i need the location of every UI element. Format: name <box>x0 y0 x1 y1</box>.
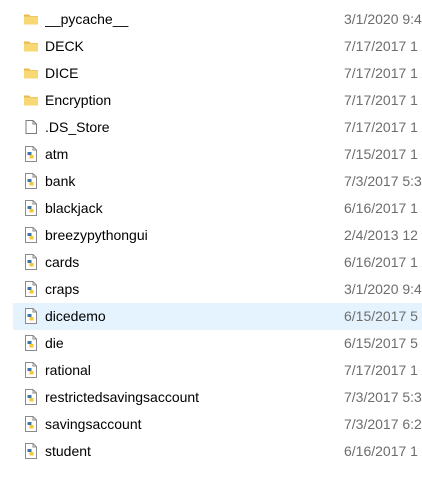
folder-icon <box>23 65 39 81</box>
file-date-modified: 7/17/2017 1 <box>344 362 418 378</box>
python-file-icon <box>23 227 39 243</box>
python-file-icon <box>23 362 39 378</box>
file-name: dicedemo <box>45 308 106 324</box>
python-file-icon <box>23 281 39 297</box>
folder-icon <box>23 92 39 108</box>
file-name: rational <box>45 362 91 378</box>
file-name: Encryption <box>45 92 112 108</box>
file-row[interactable]: craps 3/1/2020 9:4 <box>13 276 422 303</box>
file-date-modified: 3/1/2020 9:4 <box>344 281 422 297</box>
file-date-modified: 7/17/2017 1 <box>344 38 418 54</box>
file-row[interactable]: atm 7/15/2017 1 <box>13 141 422 168</box>
file-row[interactable]: Encryption 7/17/2017 1 <box>13 87 422 114</box>
folder-icon <box>23 38 39 54</box>
file-date-modified: 7/17/2017 1 <box>344 119 418 135</box>
file-name: DICE <box>45 65 79 81</box>
file-row[interactable]: die 6/15/2017 5 <box>13 330 422 357</box>
file-date-modified: 6/16/2017 1 <box>344 200 418 216</box>
file-row[interactable]: restrictedsavingsaccount 7/3/2017 5:3 <box>13 384 422 411</box>
file-date-modified: 7/3/2017 5:3 <box>344 389 422 405</box>
python-file-icon <box>23 200 39 216</box>
file-date-modified: 7/17/2017 1 <box>344 65 418 81</box>
file-list: __pycache__ 3/1/2020 9:4 DECK 7/17/2017 1 DI… <box>13 6 422 465</box>
file-date-modified: 6/16/2017 1 <box>344 254 418 270</box>
file-row[interactable]: blackjack 6/16/2017 1 <box>13 195 422 222</box>
python-file-icon <box>23 308 39 324</box>
file-row[interactable]: rational 7/17/2017 1 <box>13 357 422 384</box>
python-file-icon <box>23 416 39 432</box>
file-name: cards <box>45 254 80 270</box>
file-name: atm <box>45 146 69 162</box>
file-date-modified: 7/15/2017 1 <box>344 146 418 162</box>
file-row[interactable]: DICE 7/17/2017 1 <box>13 60 422 87</box>
file-row[interactable]: bank 7/3/2017 5:3 <box>13 168 422 195</box>
python-file-icon <box>23 335 39 351</box>
python-file-icon <box>23 443 39 459</box>
file-row[interactable]: __pycache__ 3/1/2020 9:4 <box>13 6 422 33</box>
file-name: savingsaccount <box>45 416 142 432</box>
file-date-modified: 6/15/2017 5 <box>344 308 418 324</box>
file-name: die <box>45 335 64 351</box>
python-file-icon <box>23 254 39 270</box>
file-row[interactable]: DECK 7/17/2017 1 <box>13 33 422 60</box>
file-name: student <box>45 443 91 459</box>
file-row[interactable]: dicedemo 6/15/2017 5 <box>13 303 422 330</box>
blank-file-icon <box>23 119 39 135</box>
file-name: craps <box>45 281 80 297</box>
file-date-modified: 7/3/2017 5:3 <box>344 173 422 189</box>
file-name: blackjack <box>45 200 103 216</box>
file-date-modified: 3/1/2020 9:4 <box>344 11 422 27</box>
file-date-modified: 2/4/2013 12 <box>344 227 418 243</box>
file-name: DECK <box>45 38 84 54</box>
file-name: .DS_Store <box>45 119 110 135</box>
file-name: bank <box>45 173 76 189</box>
file-date-modified: 6/15/2017 5 <box>344 335 418 351</box>
file-name: __pycache__ <box>45 11 129 27</box>
file-row[interactable]: cards 6/16/2017 1 <box>13 249 422 276</box>
file-date-modified: 6/16/2017 1 <box>344 443 418 459</box>
file-row[interactable]: student 6/16/2017 1 <box>13 438 422 465</box>
file-name: breezypythongui <box>45 227 148 243</box>
python-file-icon <box>23 173 39 189</box>
python-file-icon <box>23 146 39 162</box>
file-date-modified: 7/3/2017 6:2 <box>344 416 422 432</box>
folder-icon <box>23 11 39 27</box>
file-row[interactable]: savingsaccount 7/3/2017 6:2 <box>13 411 422 438</box>
python-file-icon <box>23 389 39 405</box>
file-row[interactable]: breezypythongui 2/4/2013 12 <box>13 222 422 249</box>
file-date-modified: 7/17/2017 1 <box>344 92 418 108</box>
file-name: restrictedsavingsaccount <box>45 389 200 405</box>
file-row[interactable]: .DS_Store 7/17/2017 1 <box>13 114 422 141</box>
